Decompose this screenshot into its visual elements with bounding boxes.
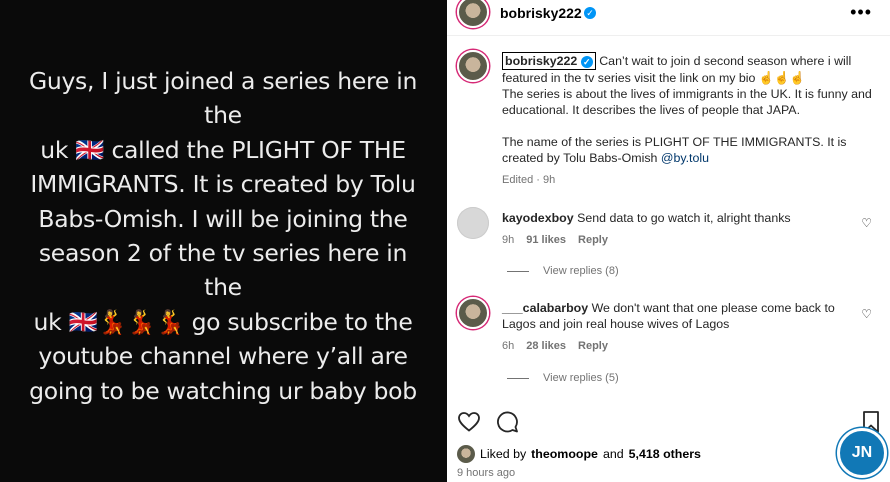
comment-username[interactable]: ___calabarboy xyxy=(502,301,588,315)
comment-icon[interactable] xyxy=(495,410,519,434)
story-line: going to be watching ur baby bob xyxy=(29,376,417,405)
story-image: Guys, I just joined a series here in the… xyxy=(0,0,447,482)
more-options-icon[interactable]: ••• xyxy=(850,2,872,23)
view-replies-label[interactable]: View replies (8) xyxy=(543,265,619,277)
post-time: 9 hours ago xyxy=(457,467,516,479)
caption-text: bobrisky222 ✓ Can’t wait to join d secon… xyxy=(502,52,872,188)
view-replies-label[interactable]: View replies (5) xyxy=(543,372,619,384)
likes-summary: Liked by theomoope and 5,418 others xyxy=(457,445,701,463)
likes-count[interactable]: 5,418 others xyxy=(629,447,701,461)
verified-icon: ✓ xyxy=(580,55,593,68)
post-header: bobrisky222 ✓ ••• xyxy=(447,0,890,28)
heart-icon[interactable] xyxy=(457,410,481,434)
comment-time: 9h xyxy=(502,234,515,246)
view-replies[interactable]: View replies (8) xyxy=(507,265,619,277)
story-line: uk 🇬🇧 called the PLIGHT OF THE xyxy=(40,135,406,164)
comment-username[interactable]: kayodexboy xyxy=(502,211,574,225)
comment-body: Send data to go watch it, alright thanks xyxy=(577,211,791,225)
comment-text: ___calabarboy We don't want that one ple… xyxy=(502,300,852,332)
comment-text: kayodexboy Send data to go watch it, alr… xyxy=(502,210,852,226)
replies-line xyxy=(507,270,529,272)
caption-meta: Edited · 9h xyxy=(502,174,556,186)
like-comment-icon[interactable]: ♡ xyxy=(861,216,872,230)
avatar[interactable] xyxy=(457,207,489,239)
avatar[interactable] xyxy=(457,297,489,329)
reply-button[interactable]: Reply xyxy=(578,340,608,352)
caption-line: The series is about the lives of immigra… xyxy=(502,87,872,117)
caption-username[interactable]: bobrisky222 ✓ xyxy=(502,52,596,70)
action-bar xyxy=(457,410,882,434)
avatar[interactable] xyxy=(457,445,475,463)
likes-middle: and xyxy=(602,447,624,461)
story-line: IMMIGRANTS. It is created by Tolu xyxy=(30,170,416,199)
story-line: uk 🇬🇧💃💃💃 go subscribe to the xyxy=(33,307,413,336)
story-line: Guys, I just joined a series here in the xyxy=(28,67,418,130)
header-username[interactable]: bobrisky222 xyxy=(500,5,582,21)
story-line: Babs-Omish. I will be joining the xyxy=(38,204,408,233)
replies-line xyxy=(507,377,529,379)
avatar[interactable] xyxy=(457,50,489,82)
story-text: Guys, I just joined a series here in the… xyxy=(18,64,428,408)
like-comment-icon[interactable]: ♡ xyxy=(861,307,872,321)
mention-link[interactable]: @by.tolu xyxy=(661,151,709,165)
avatar[interactable] xyxy=(457,0,489,28)
likes-prefix: Liked by xyxy=(480,447,527,461)
post-panel: bobrisky222 ✓ ••• bobrisky222 ✓ Can’t wa… xyxy=(447,0,890,482)
verified-icon: ✓ xyxy=(584,7,596,19)
reply-button[interactable]: Reply xyxy=(578,234,608,246)
story-line: season 2 of the tv series here in the xyxy=(38,239,408,302)
comment-likes[interactable]: 91 likes xyxy=(526,234,566,246)
comment-likes[interactable]: 28 likes xyxy=(526,340,566,352)
comment-meta: 9h 91 likes Reply xyxy=(502,234,608,246)
view-replies[interactable]: View replies (5) xyxy=(507,372,619,384)
divider xyxy=(447,35,890,36)
comment-meta: 6h 28 likes Reply xyxy=(502,340,608,352)
comment-time: 6h xyxy=(502,340,515,352)
story-line: youtube channel where y’all are xyxy=(38,342,408,371)
jn-watermark-logo: JN xyxy=(837,428,887,478)
liked-by-user[interactable]: theomoope xyxy=(531,447,598,461)
